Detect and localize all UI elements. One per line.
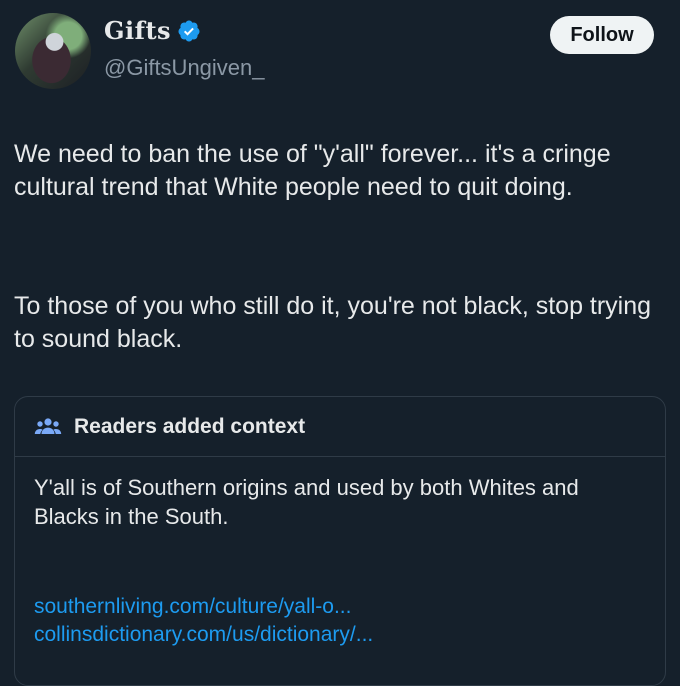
tweet-text-paragraph-2: To those of you who still do it, you're … (14, 292, 652, 353)
community-note-links: southernliving.com/culture/yall-o... col… (34, 593, 373, 649)
follow-button[interactable]: Follow (550, 16, 654, 54)
community-note-text: Y'all is of Southern origins and used by… (34, 475, 579, 529)
source-link-collinsdictionary[interactable]: collinsdictionary.com/us/dictionary/... (34, 621, 373, 649)
community-note-title: Readers added context (74, 414, 306, 438)
author-handle[interactable]: @GiftsUngiven_ (104, 55, 265, 81)
people-icon (34, 416, 62, 438)
tweet-text-paragraph-1: We need to ban the use of "y'all" foreve… (14, 140, 611, 201)
author-name-row: Gifts (104, 16, 201, 45)
avatar[interactable] (15, 13, 91, 89)
tweet: Gifts @GiftsUngiven_ Follow We need to b… (0, 0, 680, 686)
source-link-southernliving[interactable]: southernliving.com/culture/yall-o... (34, 593, 373, 621)
verified-badge-icon (177, 19, 201, 43)
community-note-header: Readers added context (15, 397, 665, 457)
community-note-card: Readers added context Y'all is of Southe… (14, 396, 666, 686)
display-name[interactable]: Gifts (104, 16, 171, 45)
